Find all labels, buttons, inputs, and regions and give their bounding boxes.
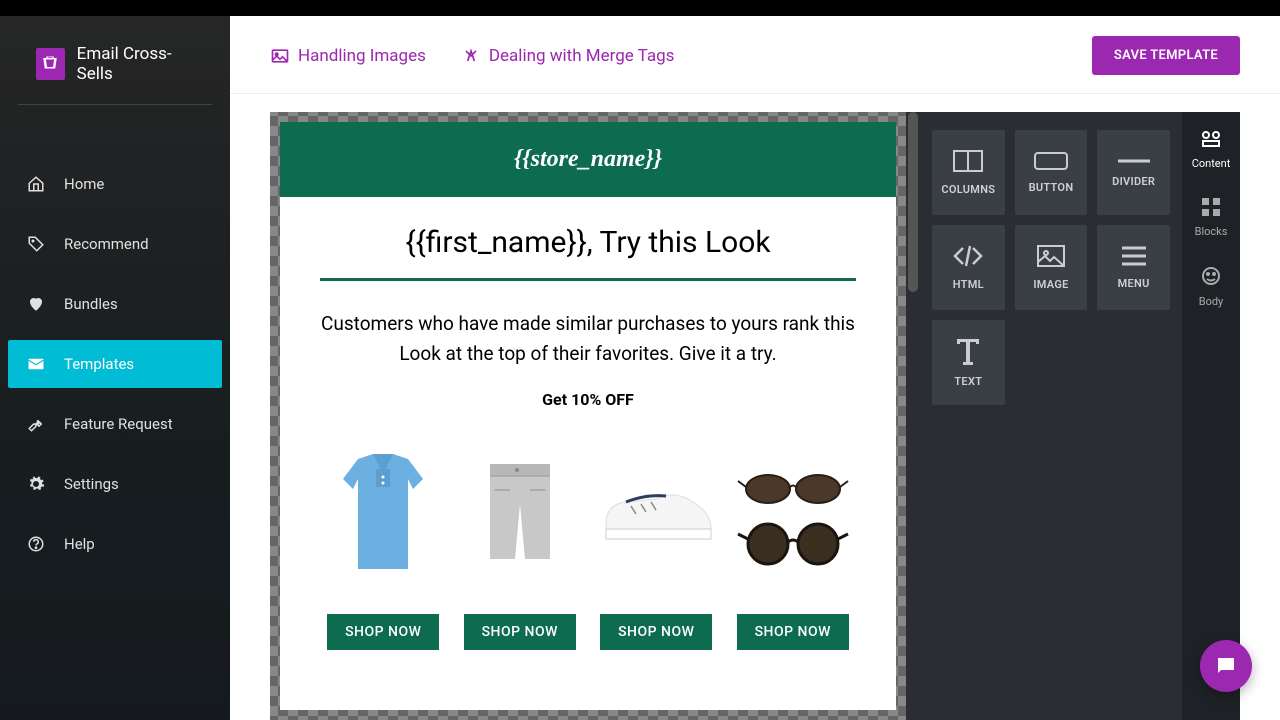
email-store-header[interactable]: {{store_name}} xyxy=(280,122,896,197)
canvas[interactable]: {{store_name}} {{first_name}}, Try this … xyxy=(270,112,906,720)
body-icon xyxy=(1201,266,1221,289)
blocks-icon xyxy=(1202,198,1220,219)
image-icon xyxy=(270,46,290,66)
help-icon xyxy=(26,534,46,554)
divider-icon xyxy=(1118,157,1150,165)
shop-now-button-1[interactable]: SHOP NOW xyxy=(464,614,576,650)
merge-icon xyxy=(461,46,481,66)
nav-label: Home xyxy=(64,175,104,193)
nav-label: Settings xyxy=(64,475,119,493)
tab-blocks[interactable]: Blocks xyxy=(1195,198,1228,238)
shop-now-button-0[interactable]: SHOP NOW xyxy=(327,614,439,650)
sidebar-item-home[interactable]: Home xyxy=(8,160,222,208)
image-icon xyxy=(1036,244,1066,268)
tag-icon xyxy=(26,234,46,254)
sidebar-item-settings[interactable]: Settings xyxy=(8,460,222,508)
toolbar: Handling Images Dealing with Merge Tags … xyxy=(230,16,1280,94)
button-icon xyxy=(1033,151,1069,171)
product-shorts[interactable] xyxy=(457,444,584,584)
product-sneaker[interactable] xyxy=(593,444,720,584)
sidebar-item-templates[interactable]: Templates xyxy=(8,340,222,388)
sidebar-item-feature-request[interactable]: Feature Request xyxy=(8,400,222,448)
product-polo-shirt[interactable] xyxy=(320,444,447,584)
tool-html[interactable]: HTML xyxy=(932,225,1005,310)
brand-icon xyxy=(36,48,65,80)
right-panel: COLUMNSBUTTONDIVIDER HTMLIMAGEMENU TEXT Co… xyxy=(920,112,1240,720)
product-sunglasses[interactable] xyxy=(730,444,857,584)
email-headline[interactable]: {{first_name}}, Try this Look xyxy=(320,225,856,260)
columns-icon xyxy=(952,149,984,173)
email-divider[interactable] xyxy=(320,278,856,281)
tool-divider[interactable]: DIVIDER xyxy=(1097,130,1170,215)
nav-label: Recommend xyxy=(64,235,149,253)
sidebar-item-bundles[interactable]: Bundles xyxy=(8,280,222,328)
main: Handling Images Dealing with Merge Tags … xyxy=(230,16,1280,720)
link-merge-tags[interactable]: Dealing with Merge Tags xyxy=(461,46,675,66)
nav-label: Templates xyxy=(64,355,134,373)
tool-menu[interactable]: MENU xyxy=(1097,225,1170,310)
nav-label: Bundles xyxy=(64,295,118,313)
link-handling-images[interactable]: Handling Images xyxy=(270,46,426,66)
sidebar: Email Cross-Sells Home Recommend Bundles Te… xyxy=(0,16,230,720)
menu-icon xyxy=(1120,245,1148,267)
mail-icon xyxy=(26,354,46,374)
wrench-icon xyxy=(26,414,46,434)
heart-icon xyxy=(26,294,46,314)
sidebar-item-help[interactable]: Help xyxy=(8,520,222,568)
gear-icon xyxy=(26,474,46,494)
home-icon xyxy=(26,174,46,194)
scroll-thumb[interactable] xyxy=(908,112,918,292)
tool-image[interactable]: IMAGE xyxy=(1015,225,1088,310)
text-icon xyxy=(955,337,981,365)
tool-text[interactable]: TEXT xyxy=(932,320,1005,405)
tab-content[interactable]: Content xyxy=(1192,130,1231,170)
content-icon xyxy=(1200,130,1222,151)
scrollbar[interactable] xyxy=(906,112,920,720)
shop-now-button-3[interactable]: SHOP NOW xyxy=(737,614,849,650)
tool-button[interactable]: BUTTON xyxy=(1015,130,1088,215)
tool-columns[interactable]: COLUMNS xyxy=(932,130,1005,215)
html-icon xyxy=(952,244,984,268)
save-button[interactable]: SAVE TEMPLATE xyxy=(1092,36,1240,75)
brand: Email Cross-Sells xyxy=(18,16,212,105)
nav-label: Help xyxy=(64,535,95,553)
nav-label: Feature Request xyxy=(64,415,173,433)
tab-body[interactable]: Body xyxy=(1199,266,1224,308)
shop-now-button-2[interactable]: SHOP NOW xyxy=(600,614,712,650)
chat-fab[interactable] xyxy=(1200,640,1252,692)
email-paragraph[interactable]: Customers who have made similar purchase… xyxy=(320,309,856,370)
sidebar-item-recommend[interactable]: Recommend xyxy=(8,220,222,268)
email-offer[interactable]: Get 10% OFF xyxy=(320,390,856,409)
brand-title: Email Cross-Sells xyxy=(77,44,194,84)
